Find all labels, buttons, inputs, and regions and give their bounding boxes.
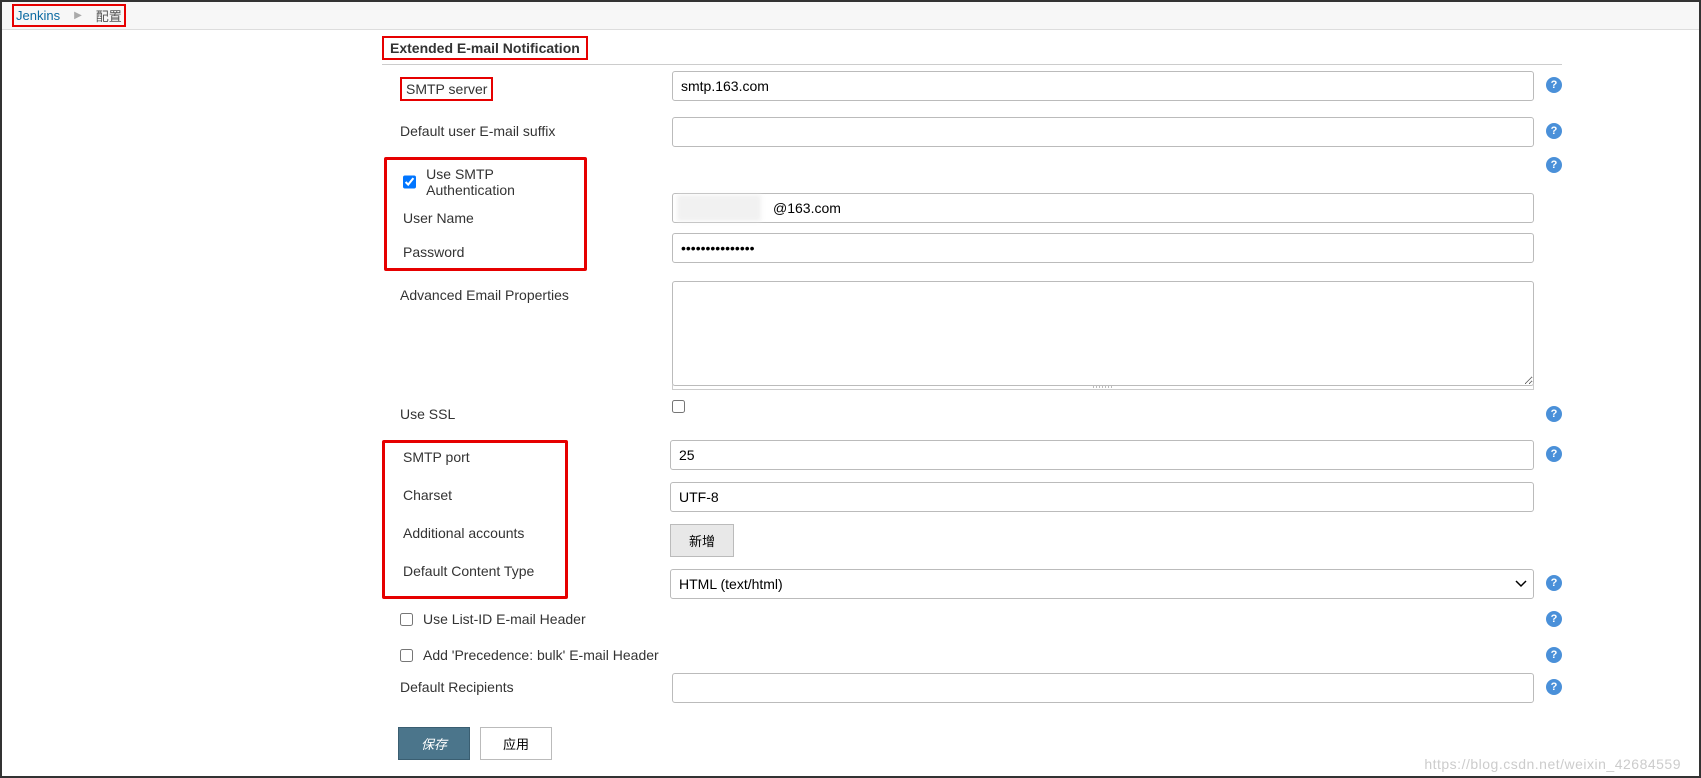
use-ssl-checkbox[interactable]: [672, 400, 685, 413]
smtp-port-input[interactable]: [670, 440, 1534, 470]
help-icon[interactable]: ?: [1546, 611, 1562, 627]
help-icon[interactable]: ?: [1546, 157, 1562, 173]
user-name-label: User Name: [403, 210, 576, 226]
use-ssl-label: Use SSL: [382, 400, 672, 428]
apply-button[interactable]: 应用: [480, 727, 552, 760]
user-name-input[interactable]: [672, 193, 1534, 223]
default-content-type-label: Default Content Type: [403, 563, 557, 579]
charset-input[interactable]: [670, 482, 1534, 512]
default-recipients-label: Default Recipients: [382, 673, 672, 701]
breadcrumb-current: 配置: [96, 6, 122, 25]
redacted-area: [677, 195, 761, 221]
breadcrumb: Jenkins ▶ 配置: [2, 2, 1699, 30]
help-icon[interactable]: ?: [1546, 647, 1562, 663]
additional-accounts-label: Additional accounts: [403, 525, 557, 541]
use-list-id-checkbox[interactable]: [400, 613, 413, 626]
advanced-props-textarea[interactable]: [672, 281, 1534, 386]
drag-handle[interactable]: [672, 384, 1534, 390]
default-suffix-label: Default user E-mail suffix: [382, 117, 672, 145]
help-icon[interactable]: ?: [1546, 575, 1562, 591]
save-button[interactable]: 保存: [398, 727, 470, 760]
help-icon[interactable]: ?: [1546, 77, 1562, 93]
watermark: https://blog.csdn.net/weixin_42684559: [1424, 756, 1681, 772]
breadcrumb-highlight: Jenkins ▶ 配置: [12, 4, 126, 27]
breadcrumb-root-link[interactable]: Jenkins: [16, 8, 60, 23]
help-icon[interactable]: ?: [1546, 406, 1562, 422]
use-smtp-auth-checkbox[interactable]: [403, 175, 416, 189]
use-smtp-auth-label: Use SMTP Authentication: [426, 166, 576, 198]
help-icon[interactable]: ?: [1546, 679, 1562, 695]
use-list-id-label: Use List-ID E-mail Header: [423, 611, 586, 627]
chevron-right-icon: ▶: [74, 10, 82, 21]
smtp-server-label: SMTP server: [400, 77, 493, 101]
add-account-button[interactable]: 新增: [670, 524, 734, 557]
default-suffix-input[interactable]: [672, 117, 1534, 147]
default-content-type-select[interactable]: HTML (text/html): [670, 569, 1534, 599]
password-input[interactable]: [672, 233, 1534, 263]
password-label: Password: [403, 244, 576, 260]
section-title: Extended E-mail Notification: [382, 36, 588, 60]
charset-label: Charset: [403, 487, 557, 503]
help-icon[interactable]: ?: [1546, 123, 1562, 139]
add-precedence-checkbox[interactable]: [400, 649, 413, 662]
default-recipients-input[interactable]: [672, 673, 1534, 703]
help-icon[interactable]: ?: [1546, 446, 1562, 462]
smtp-server-input[interactable]: [672, 71, 1534, 101]
advanced-props-label: Advanced Email Properties: [382, 281, 672, 309]
smtp-port-label: SMTP port: [403, 449, 557, 465]
add-precedence-label: Add 'Precedence: bulk' E-mail Header: [423, 647, 659, 663]
